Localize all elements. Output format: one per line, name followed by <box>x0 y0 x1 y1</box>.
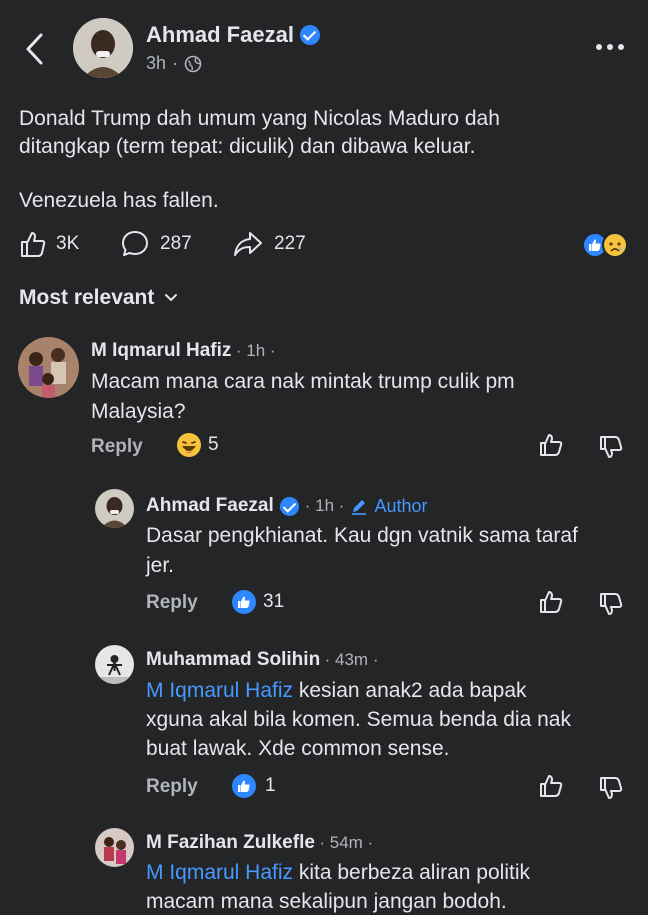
share-icon <box>232 229 264 259</box>
mention-link[interactable]: M Iqmarul Hafiz <box>146 861 293 884</box>
reaction-sad-icon <box>602 232 628 258</box>
post-text-line-1: Donald Trump dah umum yang Nicolas Madur… <box>19 107 500 130</box>
back-chevron-icon[interactable] <box>24 32 46 66</box>
avatar[interactable] <box>95 645 134 684</box>
globe-icon <box>184 55 202 73</box>
thumbs-up-icon[interactable] <box>538 773 564 799</box>
comment-text-line-1: Dasar pengkhianat. Kau dgn vatnik sama t… <box>146 524 578 547</box>
reply-button[interactable]: Reply <box>91 436 143 458</box>
comment-text-line-2: macam mana sekalipun jangan bodoh. <box>146 890 507 913</box>
comment-text-line-1: M Iqmarul Hafiz kita berbeza aliran poli… <box>146 861 530 884</box>
like-button[interactable]: 3K <box>18 229 79 259</box>
thumbs-up-icon[interactable] <box>538 432 564 458</box>
thumbs-down-icon[interactable] <box>598 591 624 617</box>
avatar[interactable] <box>18 337 79 398</box>
share-count: 227 <box>274 233 306 254</box>
avatar[interactable] <box>95 828 134 867</box>
sort-label: Most relevant <box>19 286 155 309</box>
sort-dropdown[interactable]: Most relevant <box>19 286 178 310</box>
author-badge: Author <box>374 495 428 516</box>
thumbs-up-icon[interactable] <box>538 589 564 615</box>
reaction-count[interactable]: 1 <box>231 773 276 799</box>
reaction-like-icon <box>231 589 257 615</box>
reply-button[interactable]: Reply <box>146 776 198 798</box>
comment-meta: · 43m · <box>324 650 379 669</box>
verified-icon <box>279 496 299 516</box>
avatar[interactable] <box>73 18 133 78</box>
comment-text-line-2: xguna akal bila komen. Semua benda dia n… <box>146 708 571 731</box>
pencil-icon <box>350 497 368 515</box>
comment-meta: · 1h · <box>235 341 276 360</box>
comment-count: 287 <box>160 233 192 254</box>
like-icon <box>18 229 48 259</box>
comment-text-line-2: Malaysia? <box>91 400 186 423</box>
verified-icon <box>299 25 320 45</box>
chevron-down-icon <box>164 293 178 303</box>
reaction-summary[interactable] <box>582 232 634 258</box>
post-text-line-3: Venezuela has fallen. <box>19 189 219 212</box>
comment-button[interactable]: 287 <box>120 229 192 259</box>
thumbs-down-icon[interactable] <box>598 434 624 460</box>
post-time[interactable]: 3h <box>146 53 166 74</box>
post-text-line-2: ditangkap (term tepat: diculik) dan diba… <box>19 135 476 158</box>
comment-author[interactable]: Ahmad Faezal <box>146 495 274 517</box>
reaction-laugh-icon <box>176 432 202 458</box>
comment-author[interactable]: M Iqmarul Hafiz <box>91 340 231 361</box>
time-separator: · <box>172 53 179 73</box>
comment-meta: · 1h · <box>304 496 345 515</box>
reply-button[interactable]: Reply <box>146 592 198 614</box>
comment-text-line-3: buat lawak. Xde common sense. <box>146 737 450 760</box>
comment-text-line-2: jer. <box>146 554 175 577</box>
reaction-count[interactable]: 5 <box>176 432 219 458</box>
comment-icon <box>120 229 150 259</box>
thumbs-down-icon[interactable] <box>598 775 624 801</box>
post-author-name[interactable]: Ahmad Faezal <box>146 22 294 47</box>
more-icon[interactable] <box>596 44 624 50</box>
comment-text-line-1: Macam mana cara nak mintak trump culik p… <box>91 370 515 393</box>
comment-author[interactable]: Muhammad Solihin <box>146 649 320 670</box>
comment-author[interactable]: M Fazihan Zulkefle <box>146 832 315 853</box>
like-count: 3K <box>56 233 80 254</box>
avatar[interactable] <box>95 489 134 528</box>
comment-text-line-1: M Iqmarul Hafiz kesian anak2 ada bapak <box>146 679 527 702</box>
share-button[interactable]: 227 <box>232 229 306 259</box>
reaction-count[interactable]: 31 <box>231 589 284 615</box>
reaction-like-icon <box>231 773 257 799</box>
mention-link[interactable]: M Iqmarul Hafiz <box>146 679 293 702</box>
comment-meta: · 54m · <box>319 833 374 852</box>
